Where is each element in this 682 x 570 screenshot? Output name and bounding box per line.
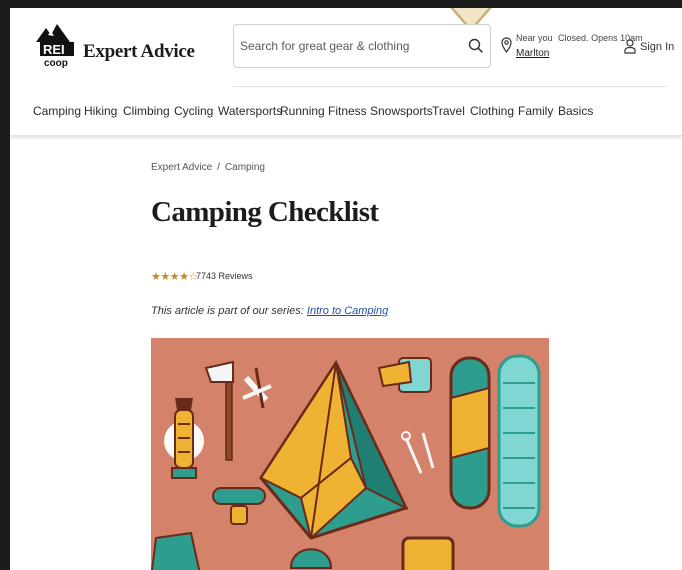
series-link[interactable]: Intro to Camping	[307, 305, 388, 317]
near-you-label: Near you	[516, 33, 553, 43]
cooler-icon	[401, 536, 455, 570]
search-box	[233, 24, 491, 68]
series-note: This article is part of our series: Intr…	[151, 305, 388, 317]
breadcrumb-item-expert-advice[interactable]: Expert Advice	[151, 162, 212, 173]
nav-item-climbing[interactable]: Climbing	[123, 104, 170, 118]
category-nav: Camping Hiking Climbing Cycling Waterspo…	[10, 88, 682, 136]
nav-item-clothing[interactable]: Clothing	[470, 104, 514, 118]
nav-item-running[interactable]: Running	[280, 104, 325, 118]
breadcrumb: Expert Advice / Camping	[151, 162, 265, 173]
nav-item-camping[interactable]: Camping	[33, 104, 81, 118]
page: REI coop Expert Advice Search for great …	[10, 8, 682, 570]
location-pin-icon	[501, 37, 512, 54]
series-prefix: This article is part of our series:	[151, 305, 304, 317]
breadcrumb-separator: /	[217, 162, 220, 173]
sleeping-pad-icon	[497, 354, 541, 528]
search-input[interactable]	[240, 36, 460, 56]
nav-item-snowsports[interactable]: Snowsports	[370, 104, 433, 118]
page-title: Camping Checklist	[151, 196, 379, 228]
rei-logo[interactable]: REI coop	[34, 22, 78, 69]
search-icon[interactable]	[468, 38, 484, 54]
hero-illustration	[151, 338, 549, 570]
header-divider	[233, 86, 667, 87]
nav-item-travel[interactable]: Travel	[432, 104, 465, 118]
nav-item-family[interactable]: Family	[518, 104, 553, 118]
user-icon	[624, 39, 636, 54]
store-name-link[interactable]: Marlton	[516, 48, 549, 59]
nav-item-hiking[interactable]: Hiking	[84, 104, 117, 118]
nav-item-fitness[interactable]: Fitness	[328, 104, 367, 118]
store-locator[interactable]: Near you Closed. Opens 10am Marlton	[501, 33, 643, 69]
logo-coop-text: coop	[44, 58, 68, 68]
nav-item-watersports[interactable]: Watersports	[218, 104, 282, 118]
sleeping-bag-icon	[449, 356, 491, 510]
sign-in-label: Sign In	[640, 41, 675, 53]
brand-title[interactable]: Expert Advice	[83, 41, 195, 63]
site-header: REI coop Expert Advice Search for great …	[10, 8, 682, 88]
nav-item-basics[interactable]: Basics	[558, 104, 593, 118]
nav-item-cycling[interactable]: Cycling	[174, 104, 213, 118]
star-rating-icon: ★★★★☆	[151, 271, 198, 283]
breadcrumb-item-camping[interactable]: Camping	[225, 162, 265, 173]
logo-rei-text: REI	[43, 42, 65, 57]
reviews-count[interactable]: 7743 Reviews	[196, 271, 253, 281]
